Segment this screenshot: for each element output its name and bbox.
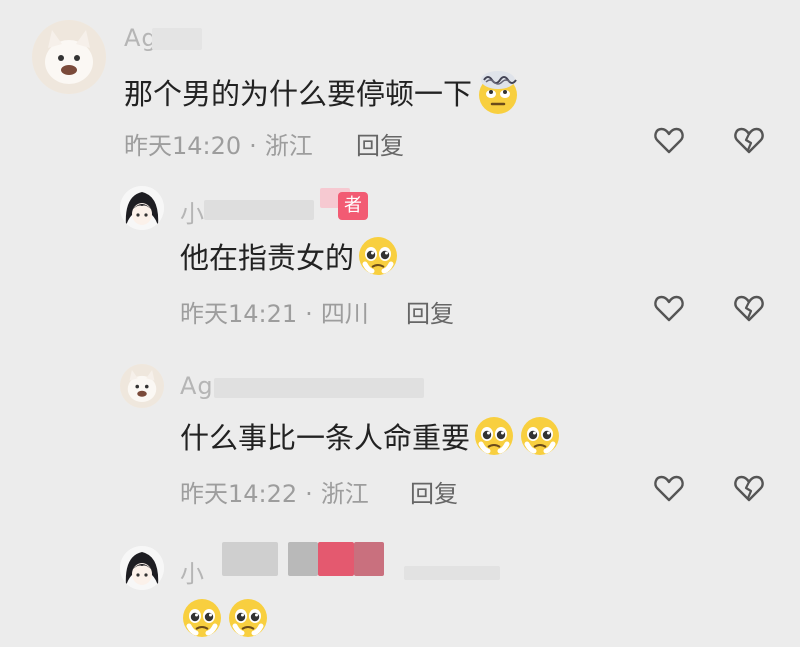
reply-button[interactable]: 回复	[356, 126, 404, 161]
reply-button[interactable]: 回复	[410, 474, 458, 509]
dislike-button[interactable]	[733, 124, 765, 156]
like-button[interactable]	[653, 472, 685, 504]
separator: ·	[305, 300, 313, 328]
pleading-emoji-icon	[472, 414, 516, 458]
avatar-cat[interactable]	[120, 364, 164, 408]
avatar-anime[interactable]	[120, 546, 164, 590]
pleading-emoji-icon	[518, 414, 562, 458]
heart-outline-icon	[654, 475, 684, 502]
comment-text: 那个男的为什么要停顿一下	[124, 68, 522, 116]
cat-avatar-icon	[32, 20, 106, 94]
reply-button[interactable]: 回复	[406, 294, 454, 329]
redacted-name	[222, 542, 278, 576]
redacted-name	[214, 378, 424, 398]
anime-avatar-icon	[120, 546, 164, 590]
broken-heart-icon	[734, 295, 764, 322]
comment-meta: 昨天14:22 · 浙江	[180, 474, 369, 509]
author-badge: 者	[338, 192, 368, 220]
like-button[interactable]	[653, 292, 685, 324]
dislike-button[interactable]	[733, 472, 765, 504]
comment-author[interactable]: 小	[180, 554, 205, 589]
dislike-button[interactable]	[733, 292, 765, 324]
redacted-name	[152, 28, 202, 50]
pleading-emoji-icon	[356, 234, 400, 278]
comment-body: 他在指责女的	[180, 241, 355, 275]
dizzy-eyeroll-emoji-icon	[474, 68, 522, 116]
comment-meta: 昨天14:20 · 浙江	[124, 126, 313, 161]
comment-author[interactable]: Ag	[180, 372, 214, 400]
broken-heart-icon	[734, 475, 764, 502]
heart-outline-icon	[654, 295, 684, 322]
anime-avatar-icon	[120, 186, 164, 230]
redacted-name	[404, 566, 500, 580]
pleading-emoji-icon	[226, 596, 270, 640]
comment-body: 那个男的为什么要停顿一下	[124, 77, 473, 111]
cat-avatar-icon	[120, 364, 164, 408]
separator: ·	[305, 480, 313, 508]
comment-text: 什么事比一条人命重要	[180, 414, 562, 458]
redacted-name	[288, 542, 318, 576]
comment-author[interactable]: 小	[180, 194, 205, 229]
pleading-emoji-icon	[180, 596, 224, 640]
broken-heart-icon	[734, 127, 764, 154]
redacted-badge	[354, 542, 384, 576]
comment-text	[180, 596, 270, 640]
comment-location: 浙江	[264, 132, 313, 160]
avatar-anime[interactable]	[120, 186, 164, 230]
comment-time: 昨天14:21	[180, 300, 298, 328]
heart-outline-icon	[654, 127, 684, 154]
comment-location: 浙江	[320, 480, 369, 508]
comment-text: 他在指责女的	[180, 234, 400, 278]
redacted-badge	[318, 542, 354, 576]
comment-meta: 昨天14:21 · 四川	[180, 294, 369, 329]
comment-location: 四川	[320, 300, 369, 328]
comment-time: 昨天14:22	[180, 480, 298, 508]
comment-time: 昨天14:20	[124, 132, 242, 160]
redacted-name	[204, 200, 314, 220]
avatar-cat[interactable]	[32, 20, 106, 94]
comment-body: 什么事比一条人命重要	[180, 421, 471, 455]
separator: ·	[249, 132, 257, 160]
like-button[interactable]	[653, 124, 685, 156]
